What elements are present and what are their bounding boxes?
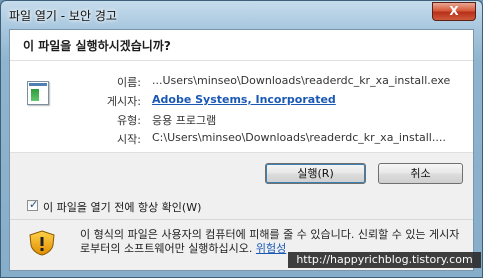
cancel-button[interactable]: 취소 — [378, 163, 463, 184]
type-value: 응용 프로그램 — [152, 114, 217, 127]
dialog-body: 이 파일을 실행하시겠습니까? 이름: ...Users\minseo\Down… — [9, 29, 474, 271]
divider — [10, 219, 473, 220]
question-text: 이 파일을 실행하시겠습니까? — [23, 39, 171, 53]
name-value: ...Users\minseo\Downloads\readerdc_kr_xa… — [152, 74, 451, 87]
dialog-window: 파일 열기 - 보안 경고 X 이 파일을 실행하시겠습니까? 이름: ...U… — [0, 0, 483, 278]
always-ask-label[interactable]: 이 파일을 열기 전에 항상 확인(W) — [43, 199, 201, 215]
close-button[interactable]: X — [432, 2, 476, 21]
security-shield-icon — [29, 230, 55, 256]
from-label: 시작: — [117, 133, 141, 146]
checkmark-icon: ✓ — [29, 198, 39, 211]
name-label: 이름: — [117, 76, 141, 89]
from-value: C:\Users\minseo\Downloads\readerdc_kr_xa… — [152, 131, 446, 144]
run-button[interactable]: 실행(R) — [265, 163, 366, 184]
publisher-label: 게시자: — [106, 95, 141, 108]
type-label: 유형: — [117, 114, 141, 127]
always-ask-checkbox[interactable]: ✓ — [27, 198, 39, 211]
watermark: http://happyrichblog.tistory.com — [288, 252, 481, 268]
publisher-link[interactable]: Adobe Systems, Incorporated — [152, 93, 336, 106]
risk-link[interactable]: 위험성 — [256, 242, 286, 255]
divider — [10, 152, 473, 153]
question-header: 이 파일을 실행하시겠습니까? — [10, 30, 473, 61]
title-bar[interactable]: 파일 열기 - 보안 경고 X — [1, 1, 482, 29]
file-details: 이름: ...Users\minseo\Downloads\readerdc_k… — [10, 61, 473, 152]
window-title: 파일 열기 - 보안 경고 — [9, 9, 117, 23]
